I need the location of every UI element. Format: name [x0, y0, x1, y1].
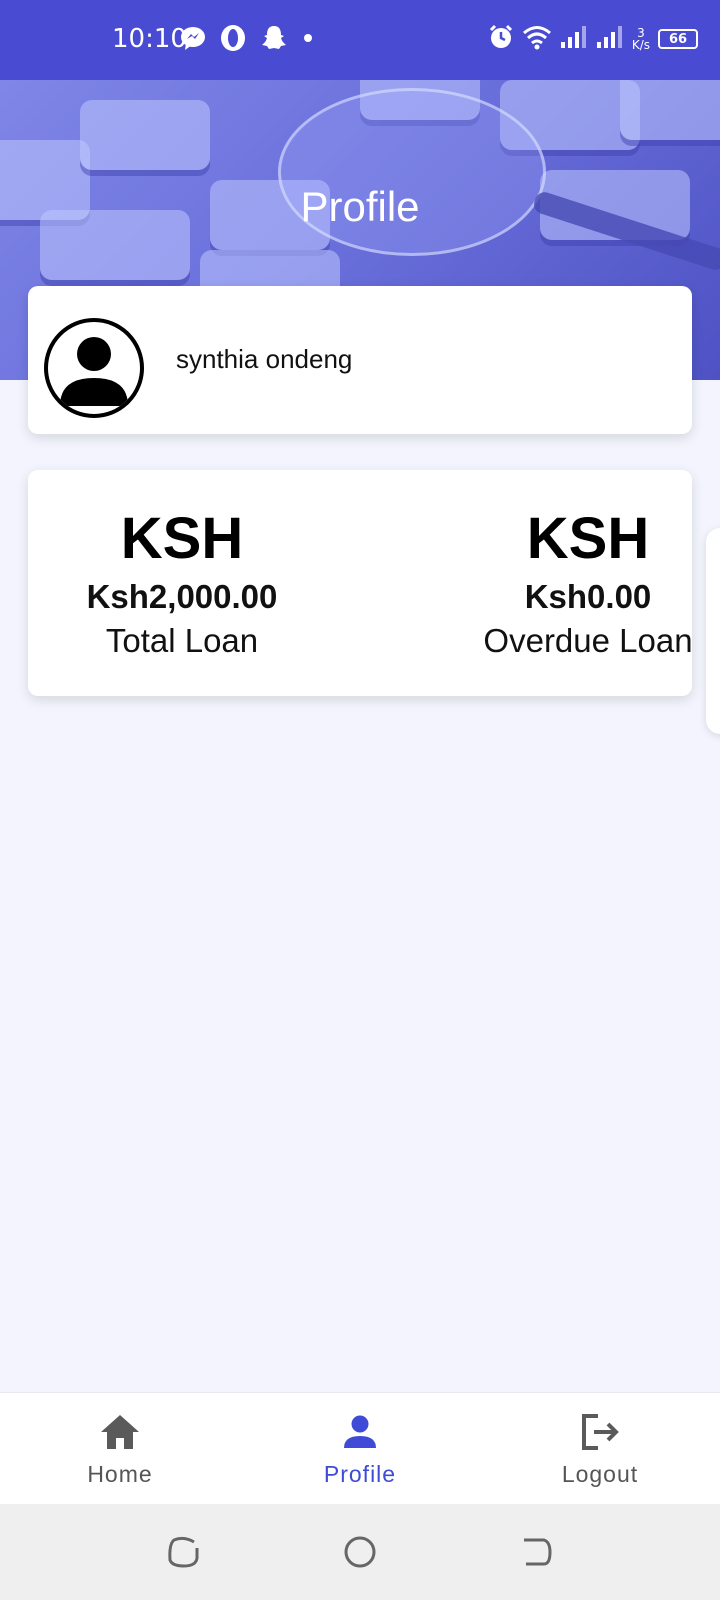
- nav-profile[interactable]: Profile: [280, 1411, 440, 1488]
- battery-icon: 66: [658, 29, 698, 49]
- profile-card[interactable]: synthia ondeng: [28, 286, 692, 434]
- status-bar: 10:10 3 K/s 66: [0, 0, 720, 80]
- signal-icon: [560, 25, 588, 54]
- person-icon: [280, 1411, 440, 1453]
- currency-label: KSH: [526, 506, 650, 571]
- loan-summary-card: KSH Ksh2,000.00 Total Loan KSH Ksh0.00 O…: [28, 470, 693, 696]
- nav-profile-label: Profile: [323, 1461, 397, 1487]
- signal-icon: [596, 25, 624, 54]
- bottom-navigation: Home Profile Logout: [0, 1392, 720, 1504]
- user-name: synthia ondeng: [176, 344, 353, 374]
- network-speed: 3 K/s: [631, 26, 650, 52]
- nav-logout[interactable]: Logout: [520, 1411, 680, 1488]
- home-button[interactable]: [342, 1534, 378, 1570]
- back-button[interactable]: [518, 1534, 554, 1570]
- nav-home[interactable]: Home: [40, 1411, 200, 1488]
- total-loan-label: Total Loan: [105, 622, 259, 659]
- alarm-icon: [488, 24, 514, 55]
- dot-icon: [302, 31, 314, 49]
- nav-home-label: Home: [87, 1461, 153, 1487]
- total-loan-amount: Ksh2,000.00: [86, 578, 278, 615]
- status-time: 10:10: [112, 24, 187, 54]
- person-icon: [60, 337, 128, 406]
- page-title: Profile: [300, 183, 420, 230]
- messenger-icon: [180, 25, 206, 56]
- wifi-icon: [522, 24, 552, 55]
- snapchat-icon: [260, 24, 288, 57]
- avatar: [44, 318, 144, 418]
- nav-logout-label: Logout: [561, 1461, 639, 1487]
- home-icon: [40, 1411, 200, 1453]
- edge-panel-handle[interactable]: [706, 528, 720, 734]
- overdue-loan-amount: Ksh0.00: [524, 578, 652, 615]
- opera-icon: [220, 24, 246, 57]
- total-loan-block: KSH Ksh2,000.00 Total Loan: [52, 506, 312, 660]
- logout-icon: [520, 1411, 680, 1453]
- currency-label: KSH: [120, 506, 244, 571]
- battery-level: 66: [668, 31, 688, 47]
- overdue-loan-label: Overdue Loan: [483, 622, 693, 659]
- overdue-loan-block: KSH Ksh0.00 Overdue Loan: [458, 506, 718, 660]
- system-navigation-bar: [0, 1504, 720, 1600]
- recent-apps-button[interactable]: [166, 1534, 202, 1570]
